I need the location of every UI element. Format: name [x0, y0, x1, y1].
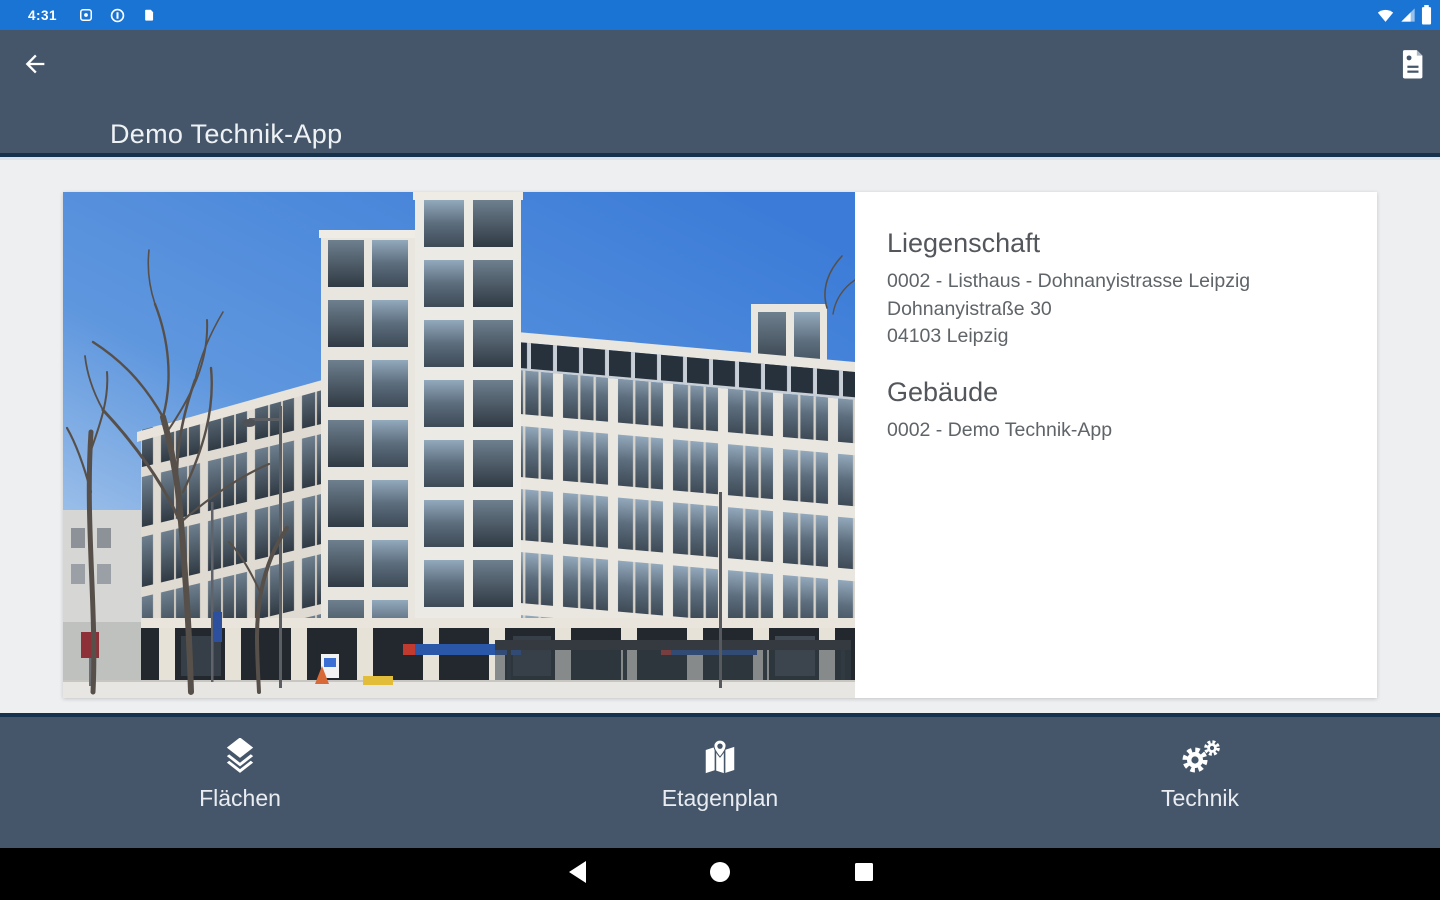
building-info-card: Liegenschaft 0002 - Listhaus - Dohnanyis… — [63, 192, 1377, 698]
bottom-nav-item-flaechen[interactable]: Flächen — [0, 717, 480, 848]
liegenschaft-heading: Liegenschaft — [887, 228, 1041, 258]
liegenschaft-details: 0002 - Listhaus - Dohnanyistrasse Leipzi… — [887, 268, 1347, 351]
android-back-icon — [568, 860, 588, 889]
android-home-icon — [709, 861, 731, 888]
liegenschaft-line-2: Dohnanyistraße 30 — [887, 297, 1052, 320]
bottom-nav-label: Etagenplan — [661, 785, 779, 811]
notification-app-icon — [79, 8, 93, 22]
android-nav-bar — [0, 848, 1440, 900]
bottom-nav-label: Flächen — [199, 785, 281, 811]
bottom-nav: Flächen Etagenplan Technik — [0, 717, 1440, 848]
notification-card-icon — [142, 8, 156, 22]
notification-circle-icon — [110, 8, 125, 23]
cellular-signal-icon — [1400, 7, 1416, 23]
status-bar: 4:31 — [0, 0, 1440, 30]
android-recents-icon — [854, 862, 874, 887]
wifi-icon — [1376, 7, 1395, 24]
android-home-button[interactable] — [694, 848, 746, 900]
gebaeude-line-1: 0002 - Demo Technik-App — [887, 418, 1113, 441]
map-pin-icon — [701, 738, 739, 776]
gebaeude-heading: Gebäude — [887, 376, 999, 407]
android-back-button[interactable] — [552, 848, 604, 900]
content-area: Liegenschaft 0002 - Listhaus - Dohnanyis… — [0, 160, 1440, 713]
document-icon — [1401, 50, 1426, 83]
clock: 4:31 — [28, 7, 58, 23]
notification-icons — [79, 8, 156, 23]
building-info-panel: Liegenschaft 0002 - Listhaus - Dohnanyis… — [855, 192, 1377, 698]
android-recents-button[interactable] — [838, 848, 890, 900]
building-photo — [63, 192, 855, 698]
back-button[interactable] — [21, 50, 49, 78]
system-status-icons — [1376, 0, 1432, 30]
bottom-nav-item-etagenplan[interactable]: Etagenplan — [480, 717, 960, 848]
document-action-button[interactable] — [1401, 49, 1427, 79]
arrow-left-icon — [21, 54, 49, 82]
gebaeude-details: 0002 - Demo Technik-App — [887, 417, 1347, 445]
screen: 4:31 Demo Technik-App Liegenschaft 0002 … — [0, 0, 1440, 900]
gears-icon — [1179, 738, 1221, 776]
app-bar: Demo Technik-App — [0, 30, 1440, 153]
liegenschaft-line-3: 04103 Leipzig — [887, 325, 1009, 347]
layers-icon — [222, 738, 258, 776]
page-title: Demo Technik-App — [110, 119, 343, 149]
bottom-nav-label: Technik — [1161, 785, 1239, 811]
liegenschaft-line-1: 0002 - Listhaus - Dohnanyistrasse Leipzi… — [887, 270, 1251, 292]
battery-icon — [1421, 5, 1432, 25]
bottom-nav-item-technik[interactable]: Technik — [960, 717, 1440, 848]
